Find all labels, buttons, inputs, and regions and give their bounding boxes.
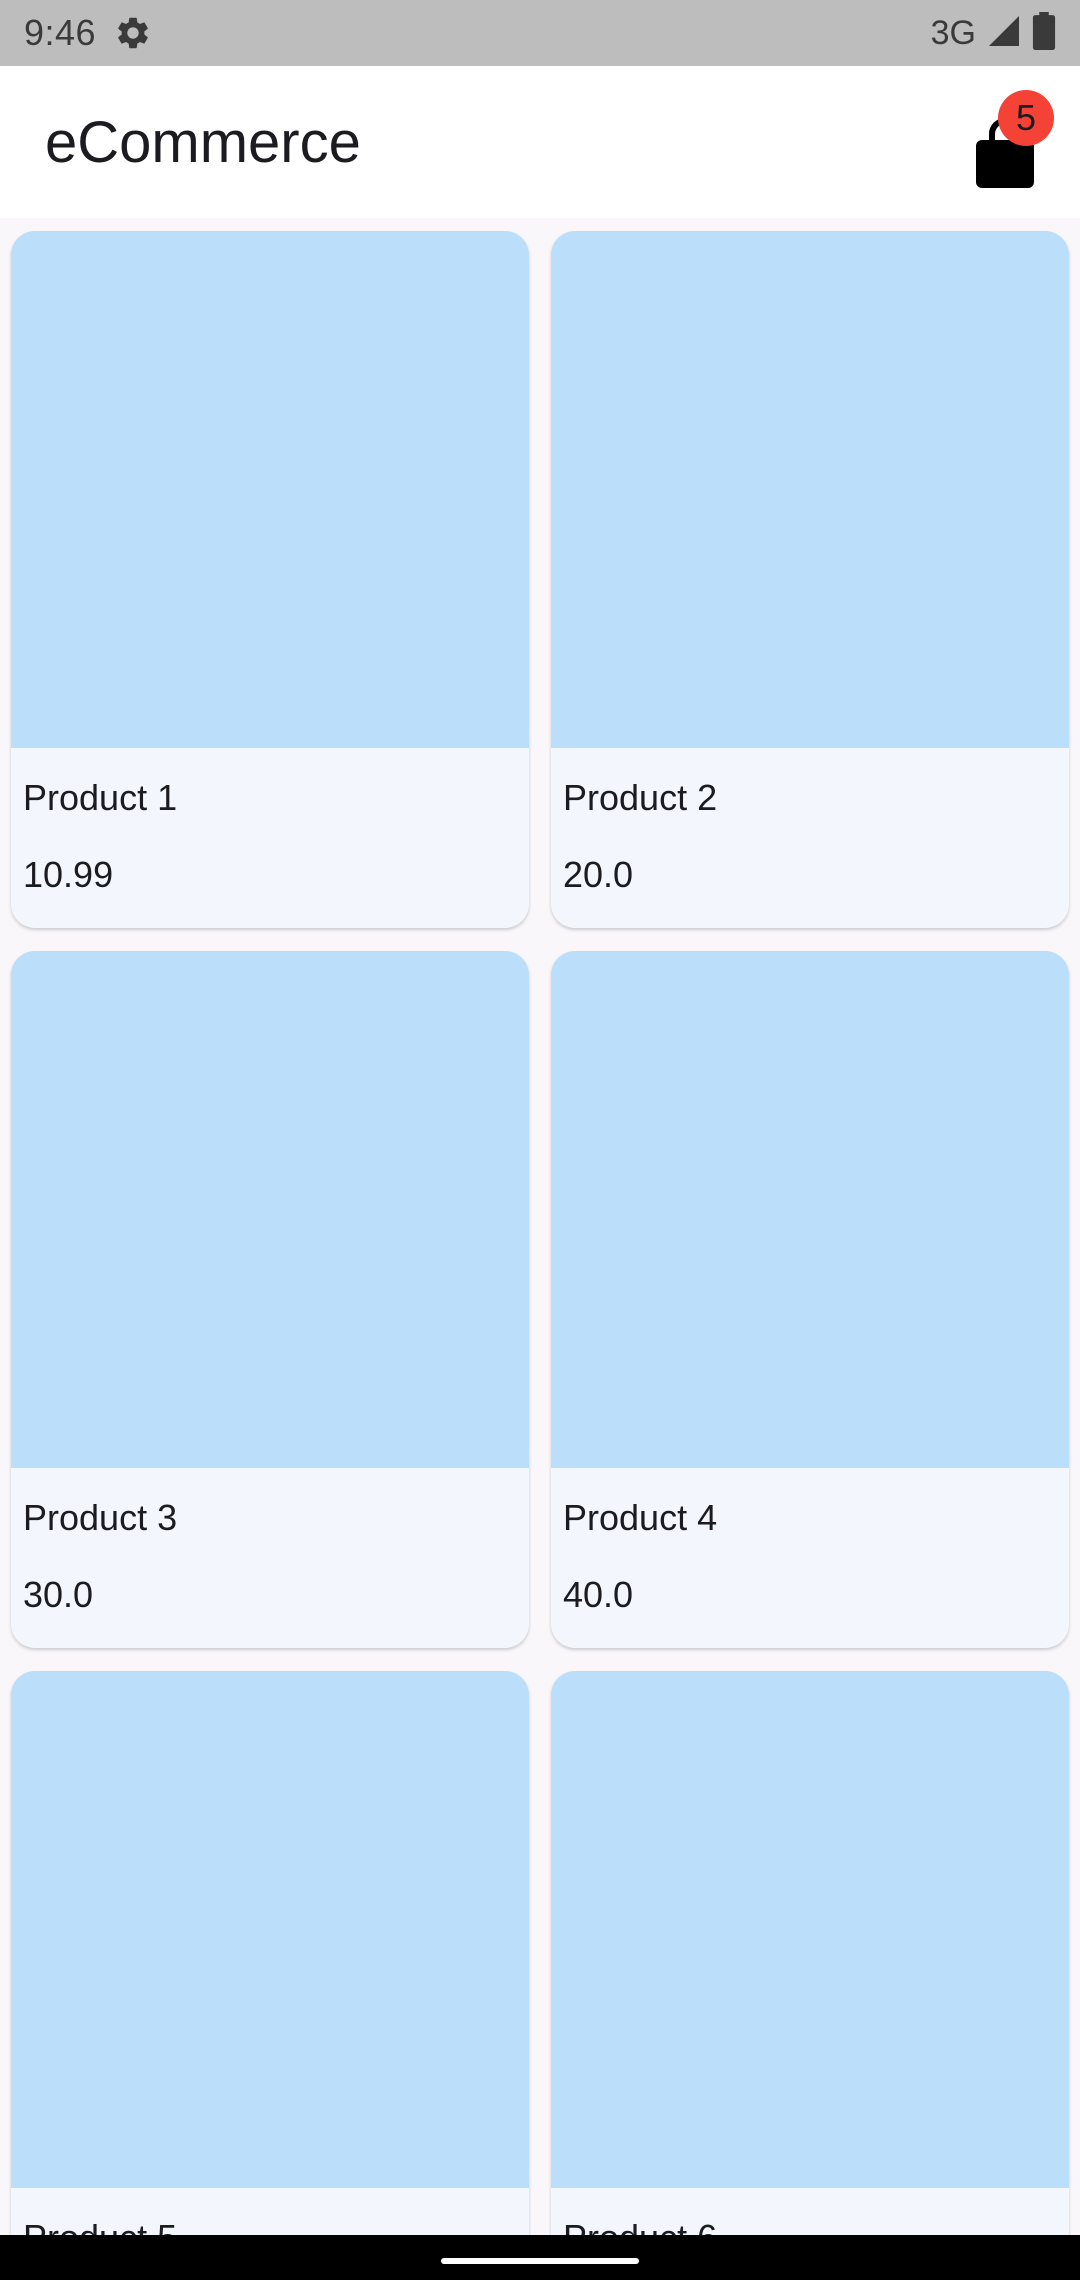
product-card[interactable]: Product 4 40.0 [551,951,1069,1648]
product-name: Product 4 [563,1497,718,1538]
signal-icon [986,13,1022,54]
app-title: eCommerce [45,109,361,175]
product-card[interactable]: Product 6 [551,1671,1069,2235]
system-navigation-bar [0,2235,1080,2280]
gesture-handle[interactable] [441,2258,639,2264]
product-card[interactable]: Product 2 20.0 [551,231,1069,928]
product-image [11,1671,529,2188]
product-price: 10.99 [23,854,114,895]
status-time: 9:46 [24,12,97,53]
product-card[interactable]: Product 1 10.99 [11,231,529,928]
cart-button[interactable]: 5 [954,90,1054,188]
product-grid: Product 1 10.99 Product 2 20.0 Product 3… [0,218,1080,2235]
product-image [11,231,529,748]
product-name: Product 5 [23,2217,177,2235]
app-bar: eCommerce 5 [0,66,1080,218]
product-image [551,951,1069,1468]
product-price: 30.0 [23,1574,94,1615]
product-name: Product 1 [23,777,178,818]
product-price: 40.0 [563,1574,634,1615]
product-image [11,951,529,1468]
status-right-group: 3G [930,11,1056,55]
product-price: 20.0 [563,854,634,895]
product-image [551,231,1069,748]
product-card[interactable]: Product 5 [11,1671,529,2235]
network-type: 3G [930,13,976,52]
product-image [551,1671,1069,2188]
cart-count-badge: 5 [998,90,1054,146]
status-bar: 9:46 3G [0,0,1080,66]
product-name: Product 6 [563,2217,717,2235]
product-name: Product 2 [563,777,718,818]
settings-gear-icon [114,14,152,52]
battery-icon [1032,11,1056,55]
product-card[interactable]: Product 3 30.0 [11,951,529,1648]
product-name: Product 3 [23,1497,178,1538]
